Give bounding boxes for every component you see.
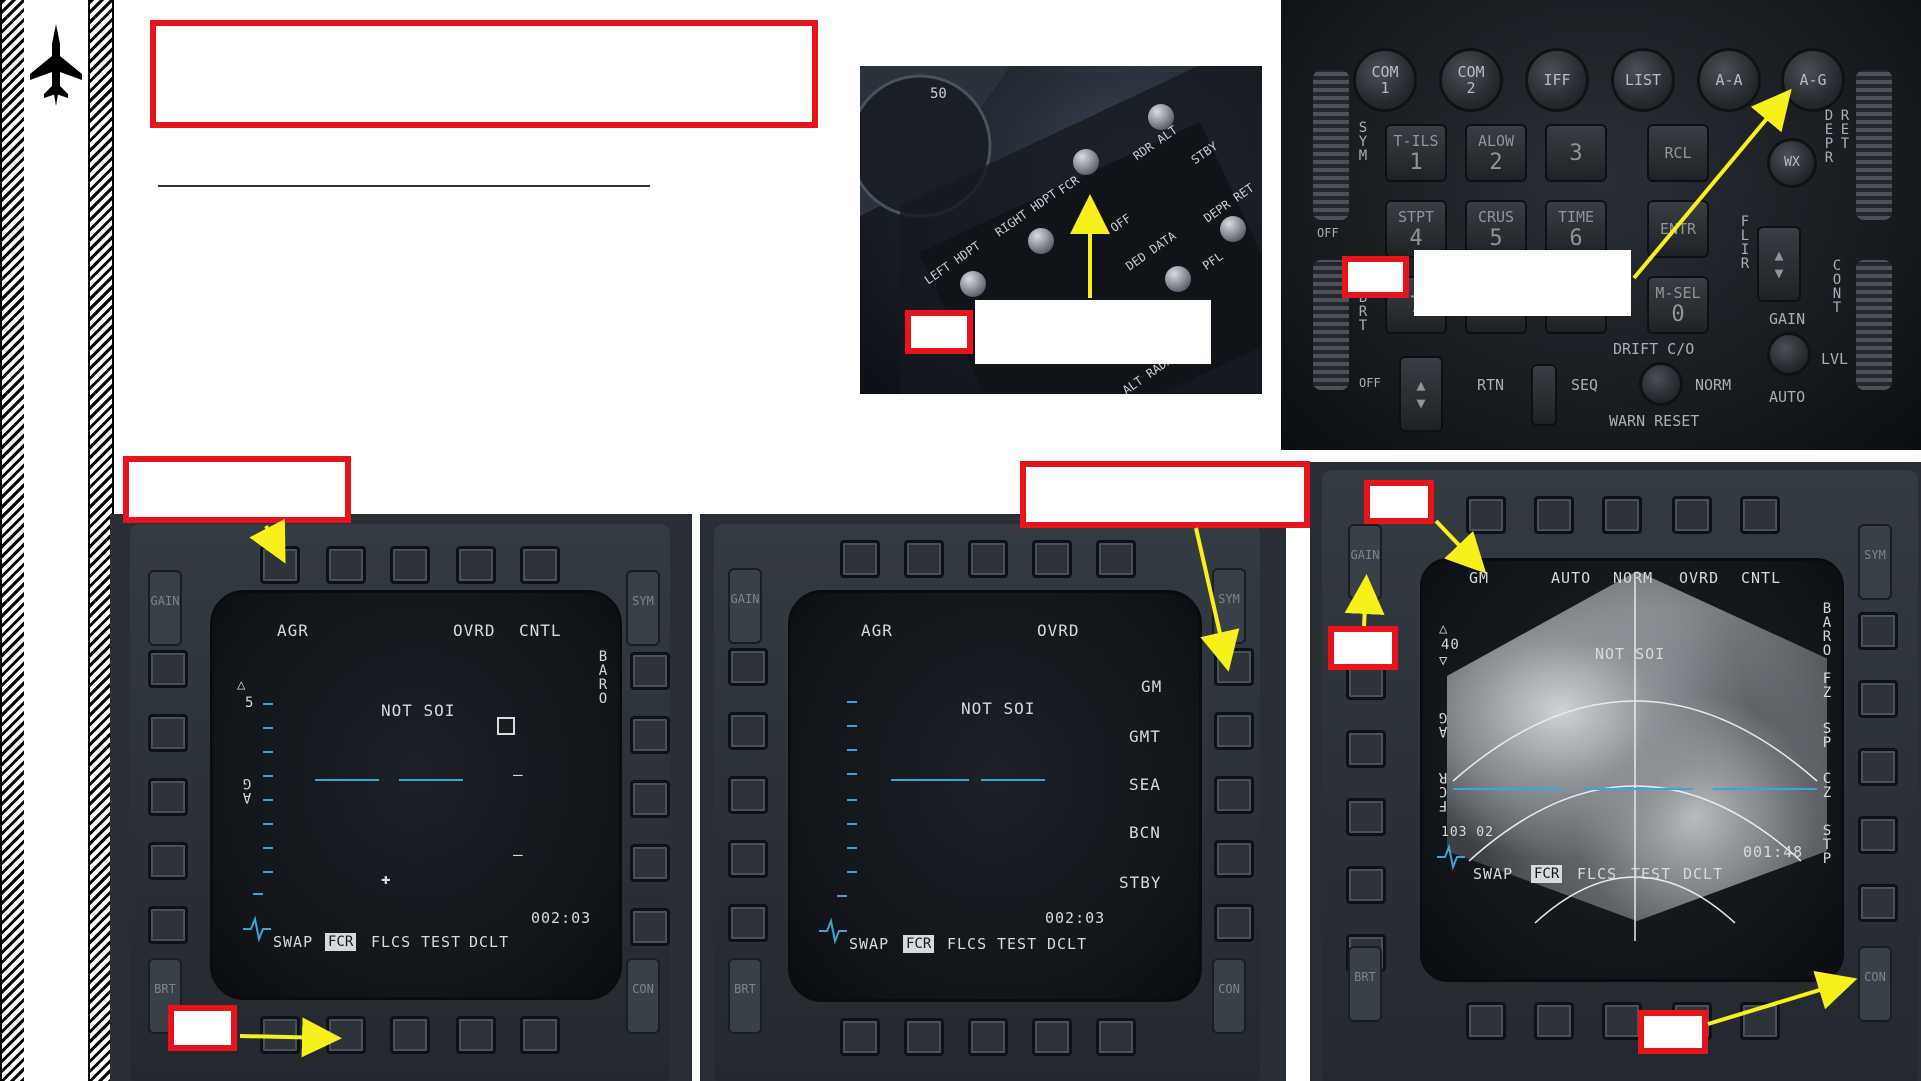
yellow-arrows (239, 88, 1858, 1058)
